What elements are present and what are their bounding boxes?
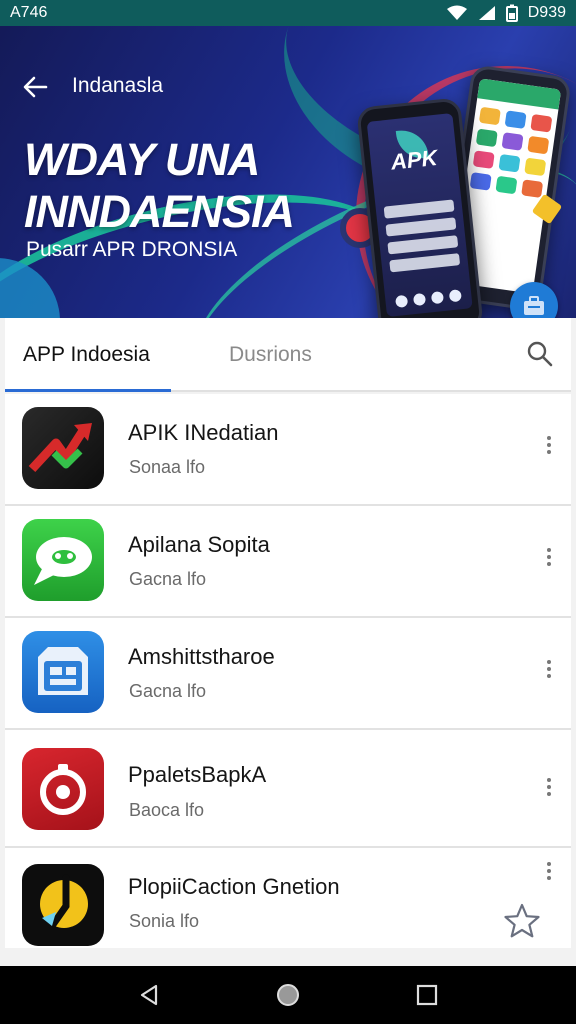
wifi-icon bbox=[446, 5, 468, 21]
square-recents-icon bbox=[416, 984, 437, 1006]
chart-arrow-icon bbox=[22, 407, 104, 489]
hero-subtitle: Pusarr APR DRONSIA bbox=[26, 238, 238, 261]
more-options-button[interactable] bbox=[545, 862, 553, 884]
more-options-button[interactable] bbox=[545, 778, 553, 800]
list-item[interactable]: APIK INedatian Sonaa lfo bbox=[5, 394, 571, 506]
app-subtitle: Gacna lfo bbox=[129, 681, 207, 701]
hero-headline-line-2: INNDAENSIA bbox=[24, 186, 295, 237]
app-subtitle: Baoca lfo bbox=[129, 800, 205, 820]
list-item[interactable]: PpaletsBapkA Baoca lfo bbox=[5, 730, 571, 848]
list-item[interactable]: Amshittstharoe Gacna lfo bbox=[5, 618, 571, 730]
active-tab-indicator bbox=[5, 389, 171, 392]
system-nav-bar bbox=[0, 966, 576, 1024]
tab-app-indonesia[interactable]: APP Indoesia bbox=[23, 318, 150, 392]
page-title: Indanasla bbox=[72, 74, 164, 97]
tab-bar: APP Indoesia Dusrions bbox=[5, 318, 571, 392]
chat-bubble-icon bbox=[22, 519, 104, 601]
hero-headline-line-1: WDAY UNA bbox=[24, 134, 260, 185]
more-options-button[interactable] bbox=[545, 436, 553, 458]
battery-icon bbox=[505, 4, 518, 22]
status-time: D939 bbox=[527, 4, 566, 21]
briefcase-icon bbox=[22, 631, 104, 713]
hero-headline: WDAY UNA INNDAENSIA bbox=[24, 134, 295, 238]
arrow-left-icon bbox=[23, 76, 48, 98]
nav-home-button[interactable] bbox=[268, 975, 308, 1015]
back-button[interactable] bbox=[20, 72, 50, 102]
app-name: PlopiiCaction Gnetion bbox=[128, 874, 340, 899]
tab-label: Dusrions bbox=[229, 343, 312, 366]
status-icons: D939 bbox=[446, 4, 566, 22]
app-name: PpaletsBapkA bbox=[128, 762, 267, 787]
app-list: APIK INedatian Sonaa lfo Apilana Sopita … bbox=[5, 394, 571, 948]
pointer-icon bbox=[22, 864, 104, 946]
app-subtitle: Sonaa lfo bbox=[129, 457, 206, 477]
nav-recents-button[interactable] bbox=[407, 975, 447, 1015]
circle-home-icon bbox=[276, 984, 299, 1006]
search-icon bbox=[527, 341, 553, 367]
list-item[interactable]: Apilana Sopita Gacna lfo bbox=[5, 506, 571, 618]
more-options-button[interactable] bbox=[545, 548, 553, 570]
app-subtitle: Gacna lfo bbox=[129, 569, 207, 589]
tab-label: APP Indoesia bbox=[23, 343, 150, 366]
star-icon bbox=[504, 903, 540, 938]
status-bar: A746 D939 bbox=[0, 0, 576, 26]
app-name: APIK INedatian bbox=[128, 420, 279, 445]
more-options-button[interactable] bbox=[545, 660, 553, 682]
briefcase-icon bbox=[524, 296, 544, 315]
app-name: Apilana Sopita bbox=[128, 532, 270, 557]
hero-banner: Indanasla WDAY UNA INNDAENSIA Pusarr APR… bbox=[0, 26, 576, 318]
app-name: Amshittstharoe bbox=[128, 644, 275, 669]
phone-logo-text: APK bbox=[389, 144, 439, 175]
list-item[interactable]: PlopiiCaction Gnetion Sonia lfo bbox=[5, 848, 571, 948]
triangle-back-icon bbox=[141, 984, 158, 1006]
app-subtitle: Sonia lfo bbox=[129, 911, 200, 931]
nav-back-button[interactable] bbox=[129, 975, 169, 1015]
favorite-button[interactable] bbox=[503, 902, 541, 940]
signal-icon bbox=[478, 5, 496, 21]
tab-dusrions[interactable]: Dusrions bbox=[229, 318, 312, 392]
status-left-text: A746 bbox=[10, 4, 48, 21]
search-button[interactable] bbox=[526, 340, 554, 368]
target-icon bbox=[22, 748, 104, 830]
